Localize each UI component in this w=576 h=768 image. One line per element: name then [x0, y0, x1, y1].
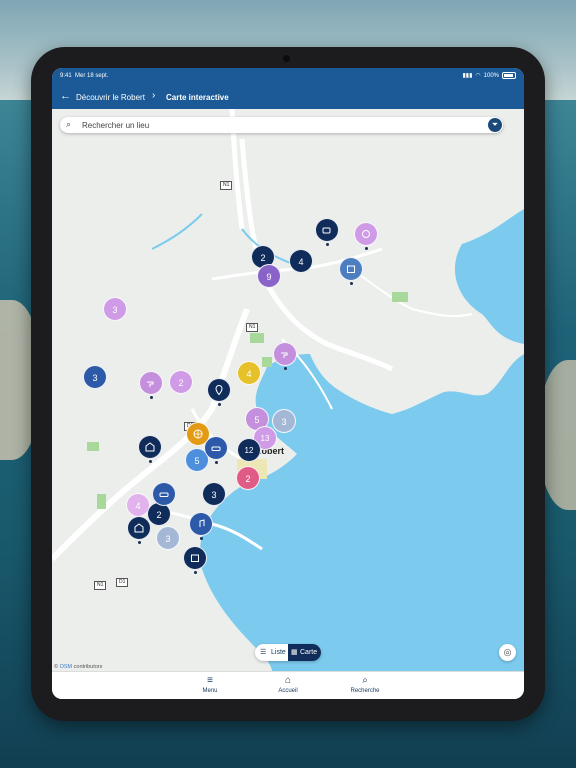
battery-icon — [502, 72, 516, 79]
shop-marker[interactable] — [339, 257, 363, 285]
town-hall-icon — [134, 523, 144, 533]
car-icon — [211, 446, 221, 451]
cluster-marker[interactable]: 12 — [237, 438, 261, 462]
back-arrow-icon[interactable]: ← — [60, 89, 71, 103]
map-icon: ▦ — [291, 649, 298, 656]
tap-marker[interactable] — [273, 342, 297, 370]
shop-marker[interactable] — [183, 546, 207, 574]
status-bar: 9:41 Mer 18 sept. ▮▮▮ ◠ 100% — [52, 68, 524, 85]
cluster-marker[interactable]: 9 — [257, 264, 281, 288]
building-marker[interactable] — [127, 516, 151, 544]
tab-menu[interactable]: ≡ Menu — [180, 675, 240, 694]
breadcrumb-parent[interactable]: Découvrir le Robert — [76, 93, 145, 102]
locate-me-icon[interactable]: ◎ — [499, 644, 516, 661]
tap-marker[interactable] — [139, 371, 163, 399]
cluster-marker[interactable]: 2 — [236, 466, 260, 490]
cluster-marker[interactable]: 4 — [237, 361, 261, 385]
home-icon: ⌂ — [284, 675, 292, 686]
battery-label: 100% — [483, 72, 499, 79]
music-marker[interactable] — [189, 512, 213, 540]
beach-right — [540, 360, 576, 510]
osm-link[interactable]: OSM — [60, 664, 73, 670]
status-time: 9:41 — [60, 73, 72, 79]
tab-home[interactable]: ⌂ Accueil — [258, 675, 318, 694]
music-icon — [199, 519, 205, 527]
store-icon — [347, 265, 355, 273]
building-marker[interactable] — [138, 435, 162, 463]
chevron-right-icon: › — [152, 90, 156, 101]
tab-home-label: Accueil — [278, 688, 298, 694]
view-toggle[interactable]: ☰ Liste ▦ Carte — [255, 644, 321, 661]
navigation-bar: ← Découvrir le Robert › Carte interactiv… — [52, 85, 524, 109]
tab-menu-label: Menu — [202, 688, 218, 694]
map-view-button[interactable]: ▦ Carte — [288, 644, 321, 661]
list-icon: ☰ — [260, 649, 267, 656]
faucet-icon — [147, 381, 154, 387]
tab-search[interactable]: ⌕ Recherche — [335, 675, 395, 694]
status-date: Mer 18 sept. — [75, 73, 109, 79]
car-icon — [159, 492, 169, 497]
tab-search-label: Recherche — [350, 688, 380, 694]
list-view-button[interactable]: ☰ Liste — [255, 644, 288, 661]
culture-marker[interactable] — [354, 222, 378, 250]
cluster-marker[interactable]: 2 — [147, 502, 171, 526]
map-pin-icon — [215, 384, 223, 396]
cluster-marker[interactable]: 2 — [169, 370, 193, 394]
breadcrumb-current: Carte interactive — [166, 93, 229, 102]
road-tag: N1 — [94, 581, 107, 590]
search-icon: ⌕ — [362, 675, 368, 686]
status-right: ▮▮▮ ◠ 100% — [462, 72, 516, 79]
bottom-tab-bar: ≡ Menu ⌂ Accueil ⌕ Recherche — [52, 671, 524, 699]
cluster-marker[interactable]: 3 — [202, 482, 226, 506]
map-attribution: © OSM contributors — [54, 664, 103, 670]
signal-icon: ▮▮▮ — [462, 73, 473, 79]
search-icon: ⌕ — [66, 119, 72, 129]
town-hall-icon — [145, 442, 155, 452]
road-tag: N1 — [220, 181, 233, 190]
filter-icon[interactable]: ⏷ — [488, 118, 502, 132]
cluster-marker[interactable]: 4 — [289, 249, 313, 273]
search-input[interactable]: Rechercher un lieu — [82, 121, 149, 130]
app-screen: 9:41 Mer 18 sept. ▮▮▮ ◠ 100% ← Découvrir… — [52, 68, 524, 699]
menu-icon: ≡ — [207, 675, 213, 686]
car-marker[interactable] — [152, 482, 176, 506]
cluster-marker[interactable]: 3 — [272, 409, 296, 433]
faucet-icon — [281, 352, 288, 358]
cluster-marker[interactable]: 3 — [156, 526, 180, 550]
store-icon — [191, 554, 199, 562]
road-tag: N1 — [246, 323, 259, 332]
camera — [283, 55, 290, 62]
search-bar[interactable]: ⌕ Rechercher un lieu — [60, 117, 503, 133]
cluster-marker[interactable]: 3 — [83, 365, 107, 389]
coffee-icon — [322, 227, 331, 234]
map-view-label: Carte — [300, 649, 318, 656]
car-marker[interactable] — [204, 436, 228, 464]
location-marker[interactable] — [207, 378, 231, 406]
basketball-icon — [193, 429, 203, 439]
road-tag: D1 — [116, 578, 129, 587]
map-view[interactable]: ⌕ Rechercher un lieu ⏷ N1 N1 D1 N1 D1 Ro… — [52, 109, 524, 671]
mask-icon — [362, 230, 370, 238]
cluster-marker[interactable]: 3 — [103, 297, 127, 321]
cafe-marker[interactable] — [315, 218, 339, 246]
wifi-icon: ◠ — [475, 73, 481, 79]
list-view-label: Liste — [271, 649, 286, 656]
